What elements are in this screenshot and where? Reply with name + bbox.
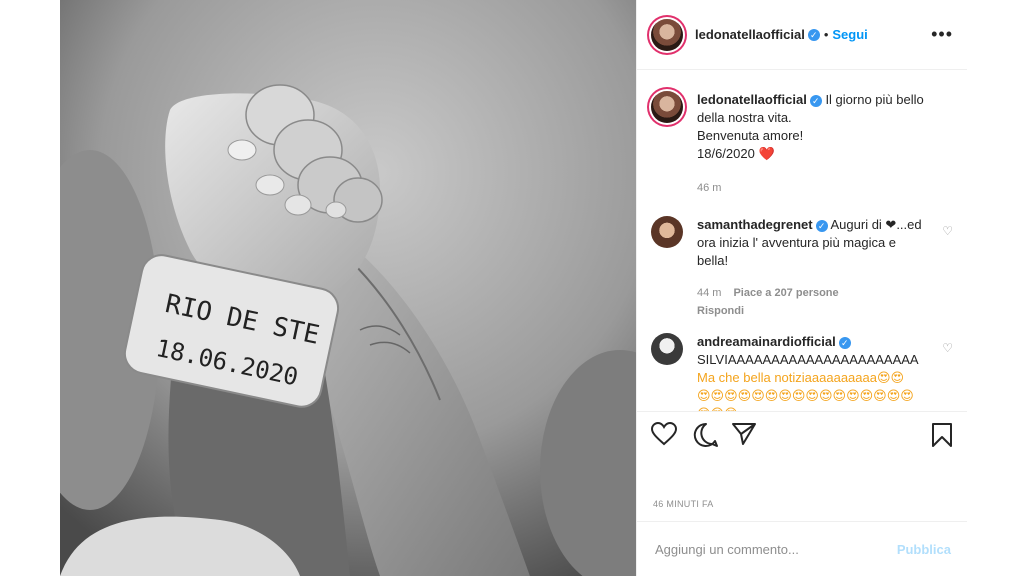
follow-button[interactable]: Segui [832,27,867,42]
post-side-panel: ledonatellaofficial ✓ • Segui ••• ledona… [636,0,967,576]
comment-icon[interactable] [693,422,719,448]
reply-button[interactable]: Rispondi [697,302,927,320]
post-header: ledonatellaofficial ✓ • Segui ••• [637,0,967,70]
caption-text-line2: Benvenuta amore! [697,128,804,143]
commenter-avatar[interactable] [651,333,683,365]
commenter-username[interactable]: andreamainardiofficial [697,334,836,349]
verified-badge-icon: ✓ [838,336,851,349]
comment-likes[interactable]: Piace a 207 persone [733,287,838,299]
save-bookmark-icon[interactable] [931,422,953,448]
like-heart-icon[interactable] [651,422,677,446]
commenter-avatar[interactable] [651,216,683,248]
separator-dot: • [823,27,829,42]
comment-item: samanthadegrenet ✓ Auguri di ❤...ed ora i… [651,216,953,320]
newborn-hand-image: RIO DE STE 18.06.2020 [60,0,636,576]
verified-badge-icon: ✓ [809,94,822,107]
comment-text-line1: SILVIAAAAAAAAAAAAAAAAAAAAAA [697,352,919,367]
commenter-username[interactable]: samanthadegrenet [697,217,813,232]
more-options-icon[interactable]: ••• [931,24,953,45]
comment-text-line2: Ma che bella notiziaaaaaaaaaa😍😍 [697,370,905,385]
post-actions: 46 MINUTI FA [637,411,967,522]
comments-list[interactable]: ledonatellaofficial ✓ Il giorno più bello… [637,71,967,411]
caption-avatar[interactable] [651,91,683,123]
like-comment-heart-icon[interactable]: ♡ [942,341,953,355]
caption-text-line3: 18/6/2020 ❤️ [697,146,775,161]
add-comment-bar: Pubblica [637,521,967,576]
author-username[interactable]: ledonatellaofficial [695,27,805,42]
publish-button[interactable]: Pubblica [897,542,951,557]
post-time-ago: 46 MINUTI FA [653,499,714,509]
comment-item: andreamainardiofficial ✓ SILVIAAAAAAAAAAA… [651,333,953,411]
caption-username[interactable]: ledonatellaofficial [697,92,807,107]
verified-badge-icon: ✓ [815,219,828,232]
comment-time: 44 m [697,287,722,299]
caption: ledonatellaofficial ✓ Il giorno più bello… [651,91,953,197]
add-comment-input[interactable] [653,540,897,558]
caption-time: 46 m [697,182,722,194]
comment-text-line3: 😍😍😍😍😍😍😍😍😍😍😍😍😍😍😍😍😍😍😍 [697,388,914,411]
verified-badge-icon: ✓ [807,28,820,41]
post-photo[interactable]: RIO DE STE 18.06.2020 [60,0,636,576]
share-send-icon[interactable] [731,422,757,446]
author-avatar[interactable] [651,18,683,51]
like-comment-heart-icon[interactable]: ♡ [942,224,953,238]
